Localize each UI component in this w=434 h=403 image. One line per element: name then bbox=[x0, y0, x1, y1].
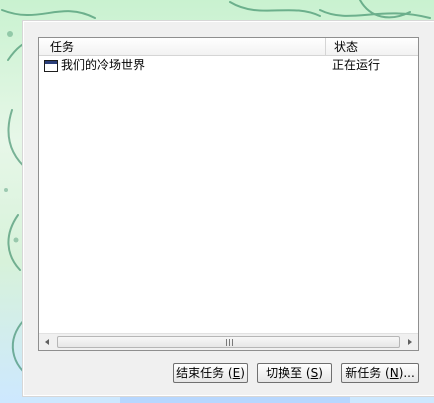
end-task-paren-open: ( bbox=[224, 366, 233, 380]
new-task-label: 新任务 bbox=[345, 366, 382, 380]
end-task-paren-close: ) bbox=[240, 366, 245, 380]
task-cell: 我们的冷场世界 bbox=[44, 56, 145, 74]
new-task-button[interactable]: 新任务 (N)... bbox=[341, 363, 419, 383]
switch-to-button[interactable]: 切换至 (S) bbox=[257, 363, 332, 383]
switch-to-label: 切换至 bbox=[266, 366, 303, 380]
scroll-thumb[interactable] bbox=[57, 336, 400, 348]
tasks-list[interactable]: 任务 状态 我们的冷场世界 正在运行 bbox=[38, 37, 419, 351]
scroll-right-button[interactable] bbox=[401, 334, 418, 350]
column-header-task[interactable]: 任务 bbox=[39, 38, 326, 56]
new-task-mnemonic: N bbox=[389, 366, 399, 380]
task-status: 正在运行 bbox=[332, 58, 381, 72]
switch-to-paren-open: ( bbox=[302, 366, 311, 380]
task-name: 我们的冷场世界 bbox=[61, 58, 146, 72]
end-task-label: 结束任务 bbox=[176, 366, 225, 380]
new-task-paren-open: ( bbox=[381, 366, 390, 380]
chevron-left-icon bbox=[45, 339, 49, 345]
end-task-button[interactable]: 结束任务 (E) bbox=[173, 363, 248, 383]
task-manager-window: 任务 状态 我们的冷场世界 正在运行 结束任务 (E) 切换至 (S) 新任务 … bbox=[22, 20, 434, 397]
column-header-status[interactable]: 状态 bbox=[326, 38, 418, 56]
tasks-list-header: 任务 状态 bbox=[39, 38, 418, 56]
scroll-grip-icon bbox=[224, 339, 234, 346]
scroll-left-button[interactable] bbox=[39, 334, 56, 350]
switch-to-paren-close: ) bbox=[318, 366, 323, 380]
horizontal-scrollbar[interactable] bbox=[39, 333, 418, 350]
app-window-icon bbox=[44, 59, 58, 72]
new-task-paren-close: )... bbox=[398, 366, 415, 380]
task-row[interactable]: 我们的冷场世界 正在运行 bbox=[39, 56, 418, 74]
chevron-right-icon bbox=[408, 339, 412, 345]
tasks-rows: 我们的冷场世界 正在运行 bbox=[39, 56, 418, 74]
